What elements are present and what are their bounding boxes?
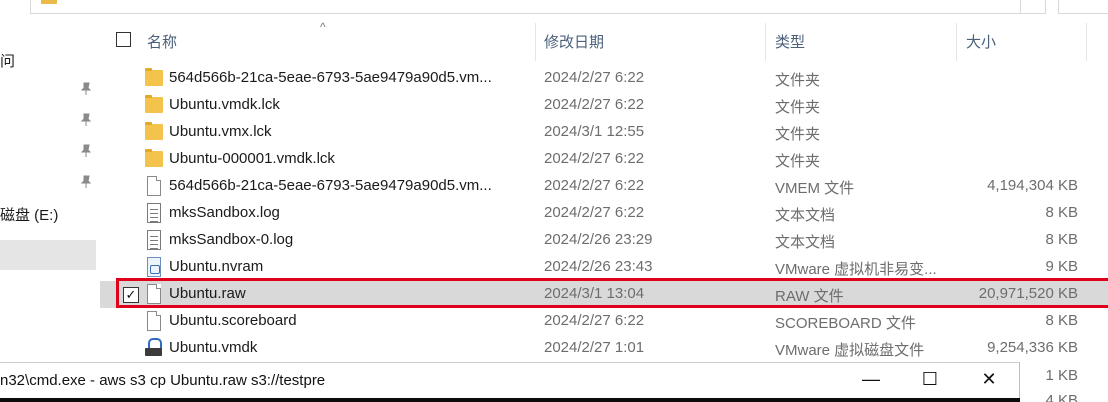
cmd-window-body [0, 398, 1020, 402]
file-icon [147, 176, 161, 196]
column-header-type[interactable]: 类型 [775, 31, 805, 52]
folder-icon [145, 149, 163, 167]
sort-ascending-icon: ^ [320, 20, 326, 34]
refresh-button[interactable] [1020, 0, 1046, 14]
file-row[interactable]: mksSandbox-0.log 2024/2/26 23:29 文本文档 8 KB [100, 227, 1108, 254]
column-divider[interactable] [956, 23, 957, 61]
column-header-name[interactable]: 名称 [147, 31, 177, 52]
column-header-date[interactable]: 修改日期 [544, 31, 604, 52]
column-divider[interactable] [535, 23, 536, 61]
file-row[interactable]: 564d566b-21ca-5eae-6793-5ae9479a90d5.vm.… [100, 65, 1108, 92]
file-name[interactable]: 564d566b-21ca-5eae-6793-5ae9479a90d5.vm.… [169, 177, 492, 194]
address-bar[interactable] [30, 0, 1030, 14]
nvram-file-icon [147, 257, 161, 277]
file-date: 2024/2/27 6:22 [544, 312, 645, 329]
file-row[interactable]: Ubuntu.vmdk 2024/2/27 1:01 VMware 虚拟磁盘文件 9,… [100, 335, 1108, 362]
cmd-window-titlebar[interactable]: n32\cmd.exe - aws s3 cp Ubuntu.raw s3://… [0, 362, 1020, 398]
vmdk-file-icon [145, 338, 163, 358]
partial-size-text: 4 KB [1045, 392, 1078, 402]
maximize-button[interactable]: ☐ [907, 363, 953, 397]
navigation-pane: 问 磁盘 (E:) [0, 18, 100, 402]
folder-icon [145, 95, 163, 113]
file-size: 4,194,304 KB [987, 177, 1078, 194]
close-button[interactable]: ✕ [966, 363, 1012, 397]
nav-item-quick-access[interactable]: 问 [0, 50, 15, 71]
file-date: 2024/2/26 23:29 [544, 231, 653, 248]
file-row[interactable]: 564d566b-21ca-5eae-6793-5ae9479a90d5.vm.… [100, 173, 1108, 200]
folder-icon [41, 0, 57, 4]
file-icon [147, 311, 161, 331]
minimize-button[interactable]: — [848, 363, 894, 397]
pin-icon[interactable] [80, 82, 92, 96]
folder-icon [145, 122, 163, 140]
file-name[interactable]: Ubuntu-000001.vmdk.lck [169, 150, 335, 167]
column-divider[interactable] [765, 23, 766, 61]
folder-icon [145, 68, 163, 86]
file-name[interactable]: Ubuntu.nvram [169, 258, 263, 275]
file-date: 2024/2/27 6:22 [544, 150, 645, 167]
file-size: 9 KB [1045, 258, 1078, 275]
file-name[interactable]: 564d566b-21ca-5eae-6793-5ae9479a90d5.vm.… [169, 69, 492, 86]
file-size: 8 KB [1045, 312, 1078, 329]
file-type: SCOREBOARD 文件 [775, 315, 916, 332]
pin-icon[interactable] [80, 175, 92, 189]
file-row[interactable]: Ubuntu.vmx.lck 2024/3/1 12:55 文件夹 [100, 119, 1108, 146]
file-name[interactable]: Ubuntu.scoreboard [169, 312, 297, 329]
file-row[interactable]: Ubuntu.vmdk.lck 2024/2/27 6:22 文件夹 [100, 92, 1108, 119]
file-size: 9,254,336 KB [987, 339, 1078, 356]
text-file-icon [147, 230, 161, 250]
address-bar-area [0, 0, 1108, 18]
nav-item-drive-e[interactable]: 磁盘 (E:) [0, 204, 58, 225]
file-type: 文本文档 [775, 207, 836, 224]
file-list: 564d566b-21ca-5eae-6793-5ae9479a90d5.vm.… [100, 65, 1108, 362]
text-file-icon [147, 203, 161, 223]
file-size: 8 KB [1045, 204, 1078, 221]
file-date: 2024/2/27 6:22 [544, 96, 645, 113]
nav-selected-item[interactable] [0, 240, 96, 270]
file-date: 2024/2/27 6:22 [544, 204, 645, 221]
file-type: VMware 虚拟机非易变... [775, 261, 937, 278]
partial-size-text: 1 KB [1045, 367, 1078, 384]
file-type: 文件夹 [775, 153, 821, 170]
file-date: 2024/2/27 6:22 [544, 177, 645, 194]
column-header: ^ 名称 修改日期 类型 大小 [100, 18, 1108, 62]
file-row[interactable]: mksSandbox.log 2024/2/27 6:22 文本文档 8 KB [100, 200, 1108, 227]
file-row[interactable]: Ubuntu.scoreboard 2024/2/27 6:22 SCOREBOAR… [100, 308, 1108, 335]
search-box[interactable] [1058, 0, 1108, 14]
file-name[interactable]: Ubuntu.vmx.lck [169, 123, 272, 140]
file-name[interactable]: mksSandbox.log [169, 204, 280, 221]
red-highlight-box [116, 278, 1108, 308]
file-size: 8 KB [1045, 231, 1078, 248]
column-divider[interactable] [1086, 23, 1087, 61]
file-name[interactable]: mksSandbox-0.log [169, 231, 293, 248]
cmd-window-title: n32\cmd.exe - aws s3 cp Ubuntu.raw s3://… [0, 372, 326, 389]
file-type: VMware 虚拟磁盘文件 [775, 342, 925, 359]
file-type: 文件夹 [775, 99, 821, 116]
pin-icon[interactable] [80, 144, 92, 158]
file-type: 文本文档 [775, 234, 836, 251]
pin-icon[interactable] [80, 113, 92, 127]
file-name[interactable]: Ubuntu.vmdk.lck [169, 96, 280, 113]
file-row[interactable]: Ubuntu.nvram 2024/2/26 23:43 VMware 虚拟机非易变… [100, 254, 1108, 281]
file-name[interactable]: Ubuntu.vmdk [169, 339, 257, 356]
file-type: 文件夹 [775, 72, 821, 89]
column-header-size[interactable]: 大小 [966, 31, 996, 52]
file-date: 2024/2/27 6:22 [544, 69, 645, 86]
file-row[interactable]: Ubuntu-000001.vmdk.lck 2024/2/27 6:22 文件夹 [100, 146, 1108, 173]
file-type: VMEM 文件 [775, 180, 855, 197]
file-date: 2024/2/26 23:43 [544, 258, 653, 275]
file-type: 文件夹 [775, 126, 821, 143]
file-date: 2024/2/27 1:01 [544, 339, 645, 356]
select-all-checkbox[interactable] [116, 32, 131, 47]
file-date: 2024/3/1 12:55 [544, 123, 645, 140]
